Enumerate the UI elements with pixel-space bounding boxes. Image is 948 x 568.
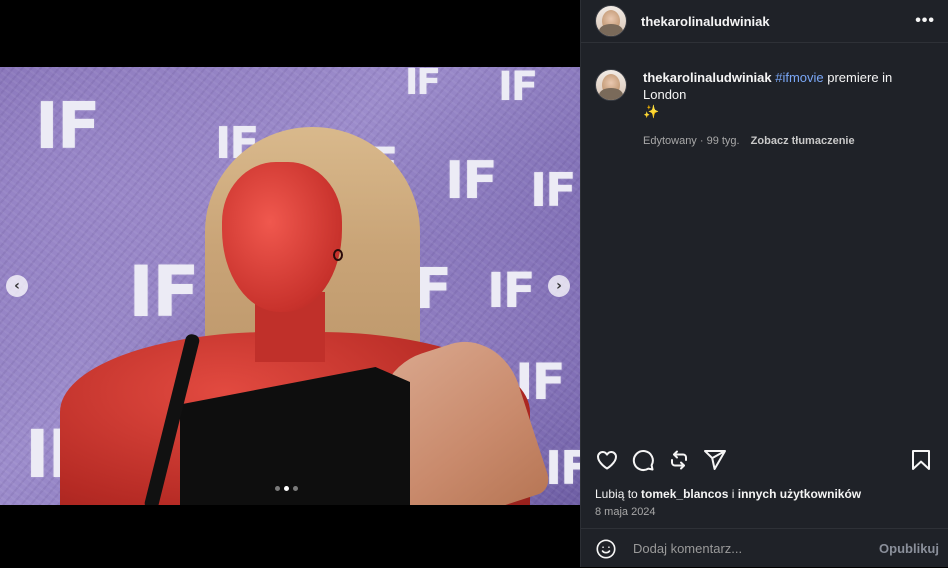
header-username[interactable]: thekarolinaludwiniak	[641, 14, 770, 29]
backdrop-logo: IF	[128, 251, 200, 333]
comment-button[interactable]	[631, 448, 655, 472]
comment-icon	[632, 450, 654, 471]
send-icon	[704, 450, 726, 470]
repost-icon	[671, 450, 687, 470]
carousel-dot-active	[284, 486, 289, 491]
backdrop-logo: IF	[498, 67, 538, 110]
backdrop-logo: IF	[445, 151, 498, 211]
backdrop-logo: IF	[487, 263, 536, 319]
heart-icon	[597, 451, 617, 470]
carousel-next-button[interactable]: ›	[548, 275, 570, 297]
backdrop-logo: IF	[530, 163, 577, 217]
post-photo[interactable]: IF IF IF IF IF IF IF IF IF IF IF IF IF I…	[0, 67, 580, 505]
see-translation-link[interactable]: Zobacz tłumaczenie	[751, 135, 855, 147]
avatar[interactable]	[595, 5, 627, 37]
caption-hashtag[interactable]: #ifmovie	[775, 70, 823, 85]
like-button[interactable]	[595, 448, 619, 472]
backdrop-logo: IF	[405, 67, 441, 103]
action-bar	[595, 448, 933, 472]
post-header: thekarolinaludwiniak •••	[581, 0, 948, 43]
post-caption: thekarolinaludwiniak #ifmovie premiere i…	[581, 43, 948, 150]
backdrop-logo: IF	[545, 441, 580, 495]
save-button[interactable]	[909, 448, 933, 472]
emoji-icon[interactable]	[595, 538, 617, 560]
edited-timestamp: Edytowany · 99 tyg.	[643, 135, 740, 147]
caption-meta: Edytowany · 99 tyg. Zobacz tłumaczenie	[643, 133, 935, 150]
post-date[interactable]: 8 maja 2024	[595, 506, 656, 518]
avatar[interactable]	[595, 69, 627, 101]
carousel-dot	[293, 486, 298, 491]
share-button[interactable]	[703, 448, 727, 472]
liked-by-user[interactable]: tomek_blancos	[641, 487, 728, 501]
backdrop-logo: IF	[35, 90, 101, 164]
likes-prefix: Lubią to	[595, 487, 642, 501]
liked-by-others[interactable]: innych użytkowników	[738, 487, 861, 501]
comment-bar: Opublikuj	[581, 528, 948, 568]
post-media: IF IF IF IF IF IF IF IF IF IF IF IF IF I…	[0, 0, 580, 567]
likes-middle: i	[728, 487, 738, 501]
likes-summary: Lubią to tomek_blancos i innych użytkown…	[595, 487, 861, 501]
carousel-indicator	[275, 486, 298, 491]
more-options-icon[interactable]: •••	[915, 12, 935, 30]
sparkles-icon: ✨	[643, 104, 660, 119]
caption-username[interactable]: thekarolinaludwiniak	[643, 70, 772, 85]
post-details-panel: thekarolinaludwiniak ••• thekarolinaludw…	[580, 0, 948, 567]
publish-button[interactable]: Opublikuj	[879, 541, 939, 556]
carousel-dot	[275, 486, 280, 491]
carousel-prev-button[interactable]: ‹	[6, 275, 28, 297]
repost-button[interactable]	[667, 448, 691, 472]
chevron-left-icon: ‹	[14, 278, 20, 294]
chevron-right-icon: ›	[556, 278, 562, 294]
subject-earring	[333, 249, 343, 261]
caption-text: thekarolinaludwiniak #ifmovie premiere i…	[643, 69, 935, 120]
bookmark-icon	[912, 450, 930, 470]
comment-input[interactable]	[631, 540, 880, 557]
